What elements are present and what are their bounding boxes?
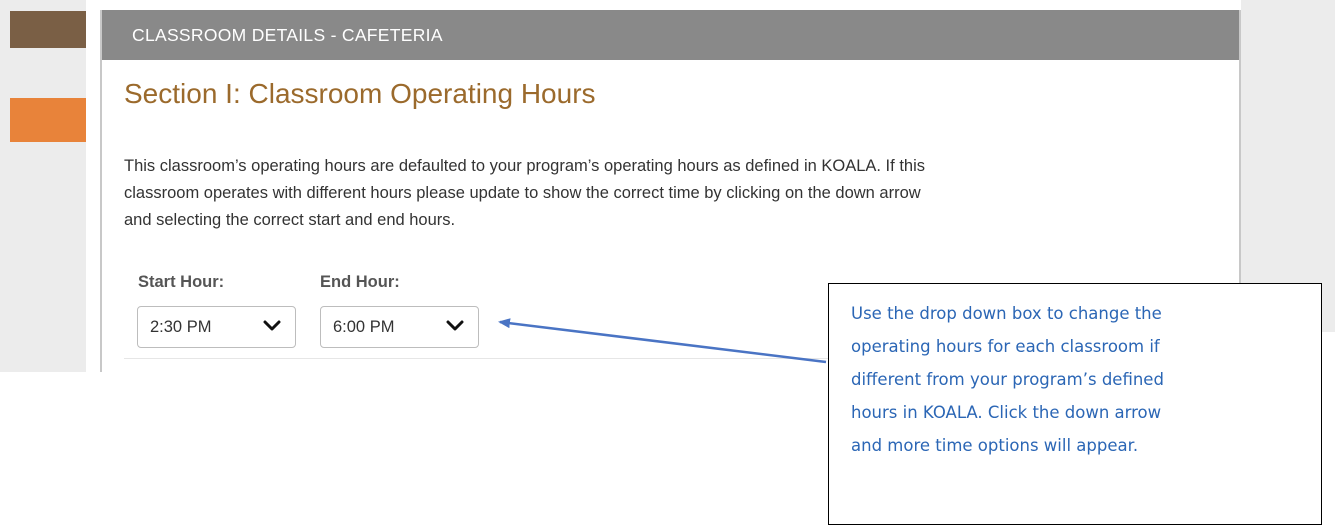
panel-header: CLASSROOM DETAILS - CAFETERIA [102,10,1239,60]
description-line: classroom operates with different hours … [124,184,921,202]
start-hour-label: Start Hour: [138,273,225,291]
description-line: and selecting the correct start and end … [124,211,456,229]
description-line: This classroom’s operating hours are def… [124,157,925,175]
nav-item-active[interactable] [10,11,86,48]
nav-item-highlight[interactable] [10,98,86,142]
callout-line: and more time options will appear. [851,436,1139,455]
callout-line: different from your program’s defined [851,370,1164,389]
start-hour-select[interactable]: 2:30 PM [137,306,296,348]
end-hour-value: 6:00 PM [333,318,395,336]
start-hour-value: 2:30 PM [150,318,212,336]
end-hour-select[interactable]: 6:00 PM [320,306,479,348]
callout-note: Use the drop down box to change the oper… [828,283,1322,525]
chevron-down-icon[interactable] [263,320,281,332]
section-title: Section I: Classroom Operating Hours [124,78,596,109]
callout-line: Use the drop down box to change the [851,304,1162,323]
callout-line: hours in KOALA. Click the down arrow [851,403,1162,422]
section-description: This classroom’s operating hours are def… [124,153,1204,234]
left-nav-background [0,0,86,372]
end-hour-label: End Hour: [320,273,400,291]
chevron-down-icon[interactable] [446,320,464,332]
callout-line: operating hours for each classroom if [851,337,1160,356]
